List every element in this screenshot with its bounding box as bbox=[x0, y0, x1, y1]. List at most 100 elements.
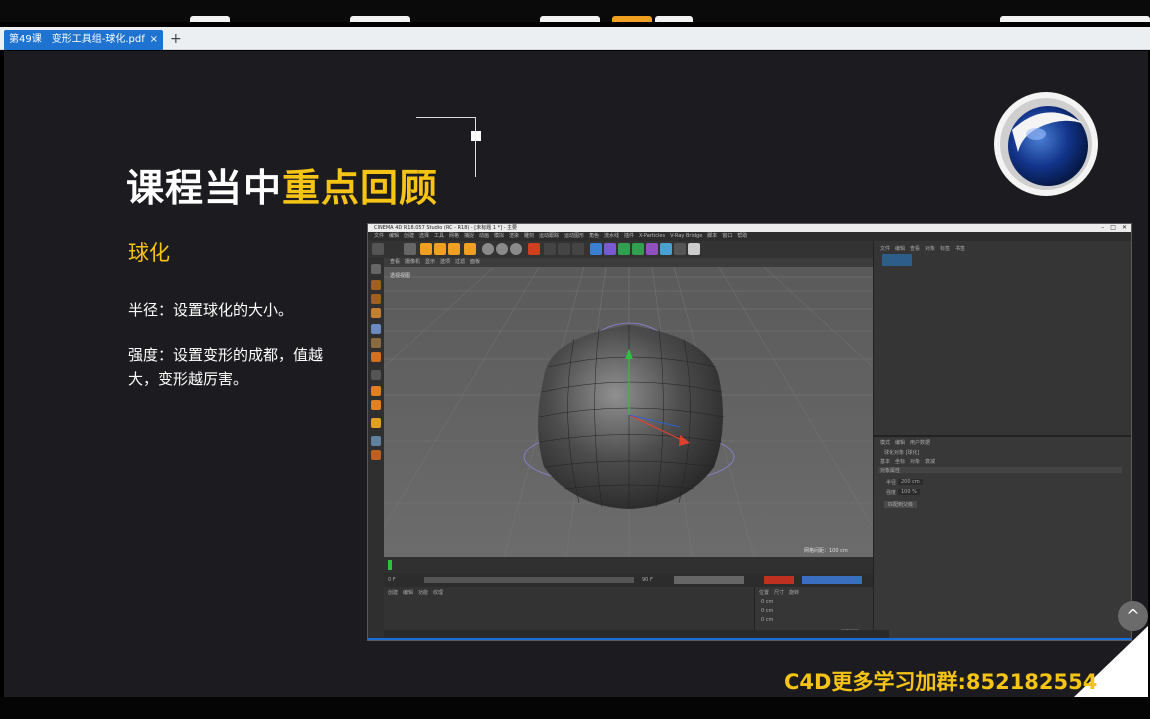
attr-tabs[interactable]: 基本 坐标 对象 衰减 bbox=[880, 458, 935, 465]
top-bar-segment bbox=[655, 16, 693, 22]
os-top-bar bbox=[0, 0, 1150, 22]
camera-icon[interactable] bbox=[674, 243, 686, 255]
taskbar-strip bbox=[368, 638, 1131, 640]
title-main: 课程当中 bbox=[126, 166, 283, 210]
c4d-window-title: CINEMA 4D R18.057 Studio (RC - R18) - [未… bbox=[368, 224, 1131, 232]
edge-mode-icon[interactable] bbox=[371, 324, 381, 334]
attr-menu[interactable]: 模式 编辑 用户数据 bbox=[880, 439, 930, 446]
playback-controls[interactable] bbox=[674, 576, 744, 584]
texture-mode-icon[interactable] bbox=[371, 294, 381, 304]
attr-section-title: 对象属性 bbox=[880, 468, 901, 474]
tweak-icon[interactable] bbox=[371, 370, 381, 380]
radius-field[interactable]: 200 cm bbox=[898, 479, 923, 485]
material-menu[interactable]: 创建 编辑 功能 纹理 bbox=[388, 589, 443, 596]
coord-x-field[interactable]: 0 cm bbox=[761, 599, 773, 605]
radius-label: 半径 bbox=[886, 480, 897, 486]
top-bar-segment bbox=[190, 16, 230, 22]
array-icon[interactable] bbox=[632, 243, 644, 255]
new-tab-button[interactable]: + bbox=[170, 29, 182, 49]
object-manager: 文件 编辑 查看 对象 标签 书签 bbox=[873, 241, 1131, 435]
browser-tab-bar: 第49课 变形工具组-球化.pdf × + bbox=[0, 27, 1150, 50]
cinema4d-logo-icon bbox=[994, 92, 1098, 196]
footer-group-text: C4D更多学习加群:852182554 bbox=[784, 670, 1098, 694]
lock-icon[interactable] bbox=[371, 450, 381, 460]
select-icon[interactable] bbox=[404, 243, 416, 255]
nurbs-icon[interactable] bbox=[618, 243, 630, 255]
c4d-playback-bar: 0 F 90 F bbox=[384, 573, 873, 587]
strength-description: 强度：设置变形的成都，值越大，变形越厉害。 bbox=[128, 346, 324, 388]
top-bar-segment bbox=[612, 16, 652, 22]
poly-mode-icon[interactable] bbox=[371, 338, 381, 348]
scale-icon[interactable] bbox=[434, 243, 446, 255]
c4d-menu-bar[interactable]: 文件 编辑 创建 选择 工具 网格 捕捉 动画 模拟 渲染 雕刻 运动跟踪 运动… bbox=[368, 232, 1131, 241]
workplane-icon[interactable] bbox=[371, 418, 381, 428]
object-menu[interactable]: 文件 编辑 查看 对象 标签 书签 bbox=[880, 245, 965, 252]
c4d-toolbar bbox=[368, 241, 873, 258]
model-mode-icon[interactable] bbox=[371, 280, 381, 290]
decor-frame-square bbox=[471, 131, 481, 141]
decor-frame-line bbox=[416, 117, 476, 118]
axis-y-icon[interactable] bbox=[496, 243, 508, 255]
c4d-viewport[interactable]: 透视视图 网格间距：100 cm bbox=[384, 267, 873, 557]
undo-icon[interactable] bbox=[372, 243, 384, 255]
scroll-to-top-button[interactable]: ^ bbox=[1118, 601, 1148, 631]
window-controls[interactable]: – □ ✕ bbox=[1101, 224, 1127, 232]
decor-frame-line bbox=[475, 117, 476, 177]
attribute-manager: 模式 编辑 用户数据 球化对象 [球化] 基本 坐标 对象 衰减 对象属性 半径… bbox=[873, 435, 1131, 640]
cube-icon[interactable] bbox=[590, 243, 602, 255]
record-keys-icon[interactable] bbox=[764, 576, 794, 584]
spline-icon[interactable] bbox=[604, 243, 616, 255]
render-view-icon[interactable] bbox=[544, 243, 556, 255]
tab-label: 第49课 变形工具组-球化.pdf bbox=[9, 34, 145, 45]
tab-pdf[interactable]: 第49课 变形工具组-球化.pdf × bbox=[4, 30, 163, 50]
transform-icon[interactable] bbox=[464, 243, 476, 255]
coord-headers: 位置 尺寸 旋转 bbox=[759, 590, 800, 596]
c4d-left-toolbar bbox=[368, 258, 384, 640]
grid-spacing-label: 网格间距：100 cm bbox=[804, 547, 848, 554]
viewport-label: 透视视图 bbox=[390, 272, 410, 279]
axis-x-icon[interactable] bbox=[482, 243, 494, 255]
viewport-menu[interactable]: 查看 摄像机 显示 选项 过滤 面板 bbox=[384, 258, 873, 267]
title-highlight: 重点回顾 bbox=[282, 166, 439, 210]
attr-object-name: 球化对象 [球化] bbox=[884, 450, 920, 456]
axis-mode-icon[interactable] bbox=[371, 352, 381, 362]
coord-y-field[interactable]: 0 cm bbox=[761, 608, 773, 614]
light-icon[interactable] bbox=[688, 243, 700, 255]
object-list-item[interactable] bbox=[882, 254, 912, 266]
close-icon[interactable]: × bbox=[150, 30, 158, 50]
frame-range-slider[interactable] bbox=[424, 577, 634, 583]
deformer-icon[interactable] bbox=[646, 243, 658, 255]
floor-icon[interactable] bbox=[660, 243, 672, 255]
section-subtitle: 球化 bbox=[128, 241, 170, 265]
c4d-timeline[interactable] bbox=[384, 557, 873, 573]
pdf-slide: 课程当中重点回顾 球化 半径：设置球化的大小。 强度：设置变形的成都，值越大，变… bbox=[4, 51, 1148, 697]
timeline-playhead[interactable] bbox=[388, 560, 392, 570]
top-bar-segment bbox=[540, 16, 600, 22]
snap-icon[interactable] bbox=[371, 386, 381, 396]
frame-start: 0 F bbox=[388, 577, 396, 583]
top-bar-segment bbox=[1000, 16, 1150, 22]
top-bar-segment bbox=[350, 16, 410, 22]
fit-to-parent-button[interactable]: 匹配到父级 bbox=[884, 501, 918, 508]
move-icon[interactable] bbox=[420, 243, 432, 255]
coord-system-icon[interactable] bbox=[528, 243, 540, 255]
key-tools-icon[interactable] bbox=[802, 576, 862, 584]
axis-z-icon[interactable] bbox=[510, 243, 522, 255]
attr-section-bar: 对象属性 bbox=[878, 467, 1122, 474]
coord-z-field[interactable]: 0 cm bbox=[761, 617, 773, 623]
page-title: 课程当中重点回顾 bbox=[126, 157, 438, 212]
strength-label: 强度 bbox=[886, 490, 897, 496]
render-icon[interactable] bbox=[558, 243, 570, 255]
os-bottom-bar bbox=[0, 697, 1150, 719]
point-mode-icon[interactable] bbox=[371, 308, 381, 318]
mode-icon[interactable] bbox=[371, 264, 381, 274]
strength-field[interactable]: 100 % bbox=[898, 489, 920, 495]
layers-icon[interactable] bbox=[371, 436, 381, 446]
sculpt-icon[interactable] bbox=[371, 400, 381, 410]
frame-end: 90 F bbox=[642, 577, 653, 583]
radius-description: 半径：设置球化的大小。 bbox=[128, 301, 294, 319]
c4d-screenshot: CINEMA 4D R18.057 Studio (RC - R18) - [未… bbox=[367, 223, 1132, 641]
rotate-icon[interactable] bbox=[448, 243, 460, 255]
render-settings-icon[interactable] bbox=[572, 243, 584, 255]
spherified-cube[interactable] bbox=[538, 325, 723, 509]
